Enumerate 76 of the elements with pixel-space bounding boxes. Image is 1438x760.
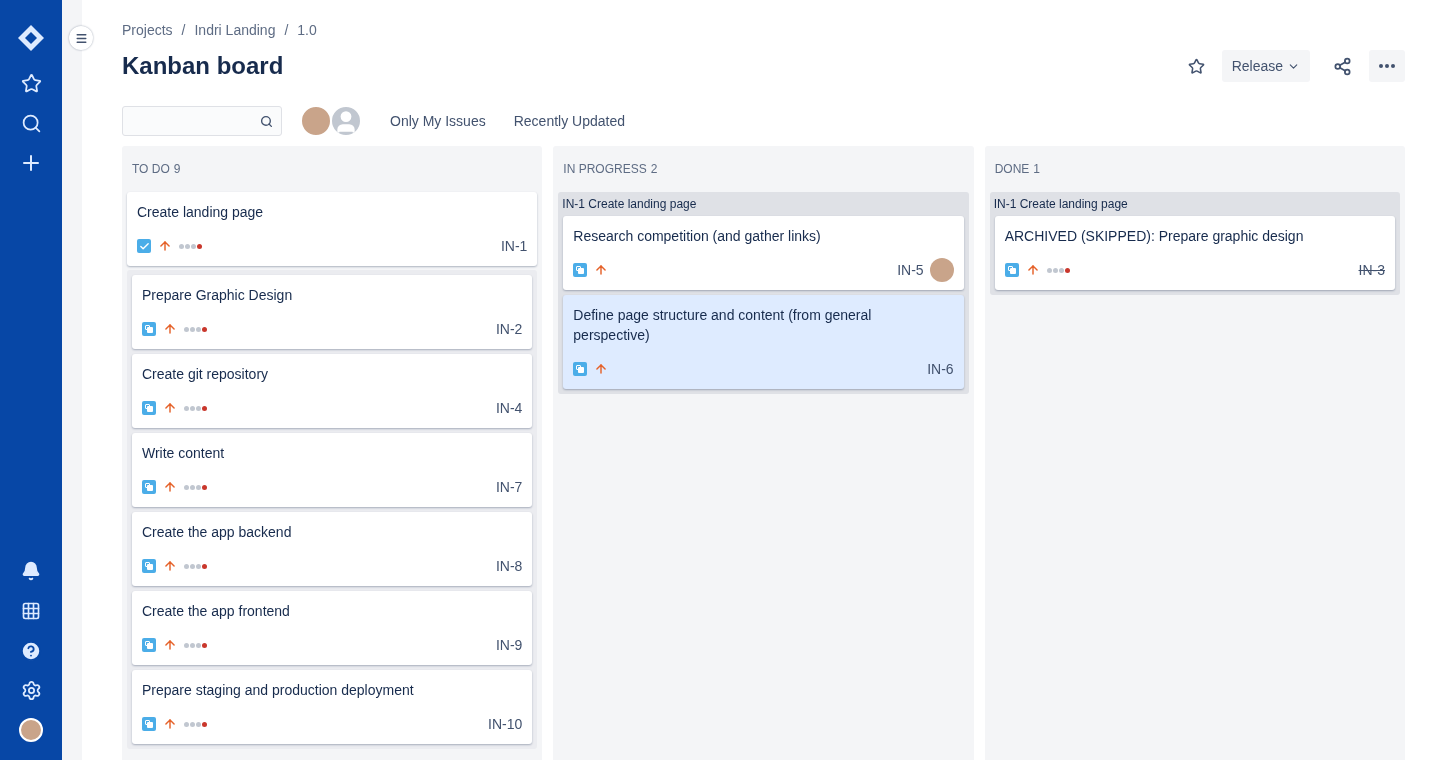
- search-field[interactable]: [122, 106, 282, 136]
- issue-key[interactable]: IN-3: [1358, 259, 1385, 281]
- issue-card[interactable]: ARCHIVED (SKIPPED): Prepare graphic design IN-3: [994, 216, 1395, 290]
- task-checkbox-icon: [137, 239, 151, 253]
- subtask-icon: [1004, 263, 1019, 277]
- priority-arrow-icon: [163, 559, 177, 573]
- issue-card[interactable]: Research competition (and gather links) IN-5: [563, 216, 964, 290]
- issue-key[interactable]: IN-10: [488, 713, 523, 735]
- parent-issue-label[interactable]: IN-1 Create landing page: [562, 192, 965, 216]
- breadcrumb-link[interactable]: 1.0: [297, 19, 317, 41]
- issue-title: Prepare staging and production deployment: [142, 681, 415, 700]
- starred-icon[interactable]: [20, 73, 42, 94]
- diamond-logo-icon[interactable]: [17, 24, 45, 52]
- profile-avatar[interactable]: [19, 718, 43, 742]
- issue-key[interactable]: IN-9: [495, 634, 523, 656]
- issue-key[interactable]: IN-5: [897, 259, 924, 281]
- more-button[interactable]: [1369, 50, 1405, 82]
- quick-filter-button[interactable]: Recently Updated: [513, 105, 625, 137]
- issue-title: Create the app frontend: [142, 602, 291, 621]
- priority-arrow-icon: [163, 638, 177, 652]
- release-button[interactable]: Release: [1221, 50, 1310, 82]
- issue-title: ARCHIVED (SKIPPED): Prepare graphic design: [1004, 227, 1305, 246]
- column-count: 9: [173, 161, 181, 178]
- collapse-menu-button[interactable]: [69, 26, 93, 50]
- column-title: DONE: [994, 161, 1030, 178]
- breadcrumb-link[interactable]: Projects: [122, 19, 173, 41]
- subtask-icon: [142, 717, 156, 731]
- issue-key[interactable]: IN-7: [495, 476, 523, 498]
- issue-card[interactable]: Create the app backend IN-8: [132, 512, 533, 586]
- subtask-icon: [142, 322, 156, 336]
- breadcrumb-link[interactable]: Indri Landing: [194, 19, 276, 41]
- priority-arrow-icon: [163, 717, 177, 731]
- breadcrumb-separator: /: [181, 20, 186, 40]
- issue-card[interactable]: Create the app frontend IN-9: [132, 591, 533, 665]
- issue-card[interactable]: Define page structure and content (from general perspective) IN-6: [563, 295, 964, 389]
- notification-bell-icon[interactable]: [21, 561, 41, 581]
- star-icon[interactable]: [1187, 57, 1205, 75]
- issue-card[interactable]: Write content IN-7: [132, 433, 533, 507]
- subtask-icon: [142, 559, 156, 573]
- column-title: TO DO: [132, 161, 170, 178]
- column-count: 2: [650, 161, 658, 178]
- app-grid-icon[interactable]: [21, 601, 41, 621]
- page-title: Kanban board: [122, 51, 284, 81]
- subtask-icon: [142, 638, 156, 652]
- issue-title: Create the app backend: [142, 523, 293, 542]
- issue-key[interactable]: IN-1: [500, 235, 528, 257]
- search-icon: [260, 114, 273, 128]
- issue-title: Research competition (and gather links): [573, 227, 822, 246]
- issue-key[interactable]: IN-2: [495, 318, 523, 340]
- subtask-icon: [573, 362, 588, 376]
- issue-key[interactable]: IN-4: [495, 397, 523, 419]
- issue-card[interactable]: Create landing page IN-1: [127, 192, 538, 266]
- column-count: 1: [1033, 161, 1040, 178]
- more-icon: [1379, 64, 1395, 68]
- subtask-icon: [142, 401, 156, 415]
- menu-icon: [74, 31, 88, 45]
- share-icon[interactable]: [1333, 56, 1352, 76]
- issue-card[interactable]: Prepare Graphic Design IN-2: [132, 275, 533, 349]
- settings-icon[interactable]: [20, 680, 42, 701]
- column-title: IN PROGRESS: [563, 161, 647, 178]
- issue-key[interactable]: IN-6: [927, 358, 954, 380]
- subtask-icon: [573, 263, 588, 277]
- issue-card[interactable]: Prepare staging and production deployment IN-10: [132, 670, 533, 744]
- issue-title: Create landing page: [137, 203, 265, 222]
- issue-title: Prepare Graphic Design: [142, 286, 294, 305]
- issue-card[interactable]: Create git repository IN-4: [132, 354, 533, 428]
- search-icon[interactable]: [20, 113, 42, 134]
- issue-title: Define page structure and content (from general perspective): [573, 306, 873, 345]
- issue-title: Write content: [142, 444, 226, 463]
- issue-title: Create git repository: [142, 365, 270, 384]
- quick-filter-button[interactable]: Only My Issues: [390, 105, 486, 137]
- issue-key[interactable]: IN-8: [495, 555, 523, 577]
- subtask-icon: [142, 480, 156, 494]
- help-icon[interactable]: [20, 640, 42, 662]
- parent-issue-label[interactable]: IN-1 Create landing page: [993, 192, 1396, 216]
- breadcrumb-separator: /: [284, 20, 289, 40]
